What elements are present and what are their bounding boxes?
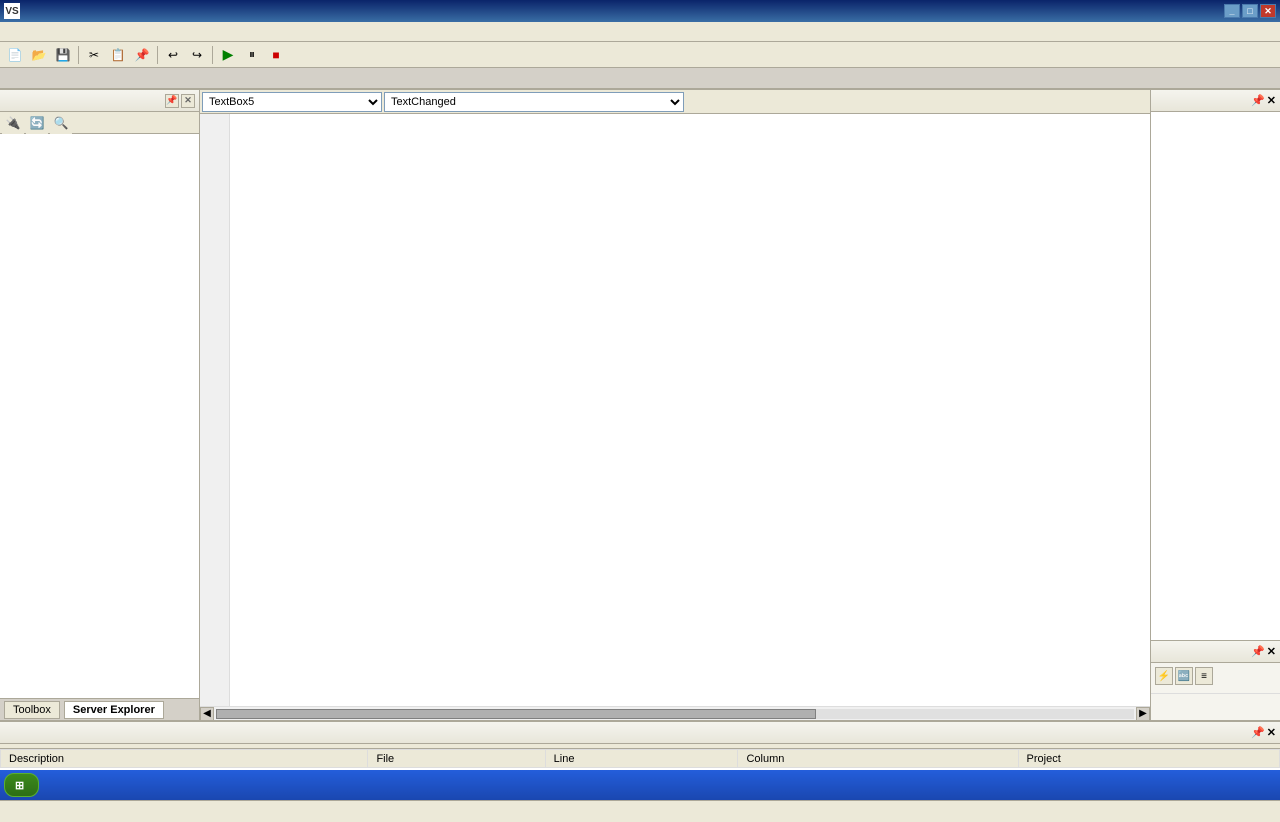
line-numbers <box>200 114 230 706</box>
properties-btn-1[interactable]: ⚡ <box>1155 667 1173 685</box>
code-editor-area: TextBox5 TextChanged ◀ ▶ <box>200 90 1150 720</box>
window-controls: _ □ ✕ <box>1224 4 1276 18</box>
toolbar-separator-3 <box>212 46 213 64</box>
cut-button[interactable]: ✂ <box>83 44 105 66</box>
code-content[interactable] <box>230 114 1150 706</box>
start-button[interactable]: ⊞ <box>4 773 39 797</box>
pin-error-button[interactable]: 📌 <box>1251 726 1265 739</box>
redo-button[interactable]: ↪ <box>186 44 208 66</box>
close-solution-button[interactable]: ✕ <box>1267 94 1276 107</box>
member-dropdown-right[interactable]: TextChanged <box>384 92 684 112</box>
server-explorer-header: 📌 ✕ <box>0 90 199 112</box>
editor-toolbar: TextBox5 TextChanged <box>200 90 1150 114</box>
member-dropdown-left[interactable]: TextBox5 <box>202 92 382 112</box>
error-list-table: Description File Line Column Project <box>0 749 1280 768</box>
taskbar: ⊞ <box>0 770 1280 800</box>
server-explorer-tab[interactable]: Server Explorer <box>64 701 164 719</box>
solution-explorer-panel: 📌 ✕ 📌 ✕ ⚡ 🔤 ≡ <box>1150 90 1280 720</box>
connect-db-button[interactable]: 🔌 <box>2 112 24 134</box>
title-bar: VS _ □ ✕ <box>0 0 1280 22</box>
copy-button[interactable]: 📋 <box>107 44 129 66</box>
pause-button[interactable]: ⏸ <box>241 44 263 66</box>
properties-btn-2[interactable]: 🔤 <box>1175 667 1193 685</box>
col-project[interactable]: Project <box>1018 750 1279 768</box>
properties-content: ⚡ 🔤 ≡ <box>1151 663 1280 689</box>
server-explorer-bottom-tabs: Toolbox Server Explorer <box>0 698 199 720</box>
col-description[interactable]: Description <box>1 750 368 768</box>
col-file[interactable]: File <box>368 750 545 768</box>
paste-button[interactable]: 📌 <box>131 44 153 66</box>
scrollbar-track[interactable] <box>216 709 1134 719</box>
properties-header: 📌 ✕ <box>1151 641 1280 663</box>
properties-selected-item <box>1151 689 1280 694</box>
close-properties-button[interactable]: ✕ <box>1267 645 1276 658</box>
close-panel-button[interactable]: ✕ <box>181 94 195 108</box>
toolbar-separator-2 <box>157 46 158 64</box>
save-button[interactable]: 💾 <box>52 44 74 66</box>
database-tree <box>0 134 199 698</box>
toolbox-tab[interactable]: Toolbox <box>4 701 60 719</box>
new-project-button[interactable]: 📄 <box>4 44 26 66</box>
server-explorer-toolbar: 🔌 🔄 🔍 <box>0 112 199 134</box>
stop-button[interactable]: ■ <box>265 44 287 66</box>
solution-explorer-header: 📌 ✕ <box>1151 90 1280 112</box>
scrollbar-thumb[interactable] <box>216 709 816 719</box>
main-layout: 📌 ✕ 🔌 🔄 🔍 Toolbox Server Explorer TextBo… <box>0 90 1280 720</box>
maximize-button[interactable]: □ <box>1242 4 1258 18</box>
windows-icon: ⊞ <box>15 779 24 792</box>
filter-button[interactable]: 🔍 <box>50 112 72 134</box>
pin-properties-button[interactable]: 📌 <box>1251 645 1265 658</box>
scroll-right-button[interactable]: ▶ <box>1136 707 1150 721</box>
app-icon: VS <box>4 3 20 19</box>
refresh-button[interactable]: 🔄 <box>26 112 48 134</box>
scroll-left-button[interactable]: ◀ <box>200 707 214 721</box>
code-editor[interactable] <box>200 114 1150 706</box>
pin-solution-button[interactable]: 📌 <box>1251 94 1265 107</box>
server-explorer-panel: 📌 ✕ 🔌 🔄 🔍 Toolbox Server Explorer <box>0 90 200 720</box>
error-list-header: 📌 ✕ <box>0 722 1280 744</box>
open-button[interactable]: 📂 <box>28 44 50 66</box>
undo-button[interactable]: ↩ <box>162 44 184 66</box>
toolbar-separator-1 <box>78 46 79 64</box>
toolbar: 📄 📂 💾 ✂ 📋 📌 ↩ ↪ ▶ ⏸ ■ <box>0 42 1280 68</box>
solution-header-buttons: 📌 ✕ <box>1251 94 1276 107</box>
close-button[interactable]: ✕ <box>1260 4 1276 18</box>
col-column[interactable]: Column <box>738 750 1018 768</box>
properties-panel: 📌 ✕ ⚡ 🔤 ≡ <box>1151 640 1280 720</box>
horizontal-scrollbar[interactable]: ◀ ▶ <box>200 706 1150 720</box>
run-button[interactable]: ▶ <box>217 44 239 66</box>
close-error-button[interactable]: ✕ <box>1267 726 1276 739</box>
pin-button[interactable]: 📌 <box>165 94 179 108</box>
status-bar <box>0 800 1280 822</box>
solution-tree <box>1151 112 1280 640</box>
menu-bar <box>0 22 1280 42</box>
col-line[interactable]: Line <box>545 750 738 768</box>
tab-strip <box>0 68 1280 90</box>
minimize-button[interactable]: _ <box>1224 4 1240 18</box>
properties-btn-3[interactable]: ≡ <box>1195 667 1213 685</box>
header-buttons: 📌 ✕ <box>165 94 195 108</box>
